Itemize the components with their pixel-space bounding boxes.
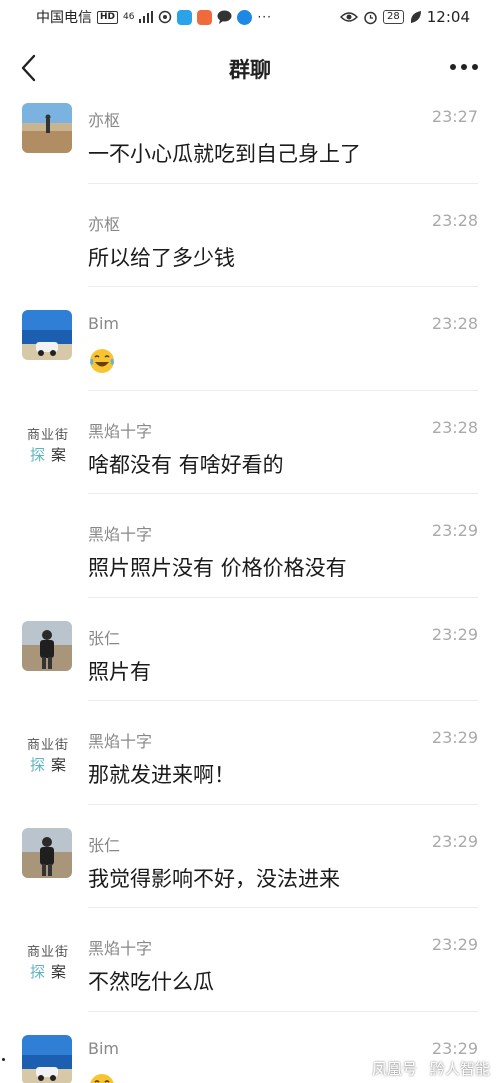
status-right: 28 12:04 [340, 8, 470, 26]
message-text: 所以给了多少钱 [88, 245, 235, 270]
person-photo-avatar [22, 620, 72, 671]
logo-char-teal: 探 [29, 963, 45, 981]
text-logo-avatar[interactable]: 商业街 探案 [20, 737, 76, 775]
sender-name: 亦枢 [88, 111, 121, 130]
watermark-divider [422, 1061, 424, 1076]
leaf-icon [410, 11, 421, 23]
logo-char-dark: 案 [51, 756, 67, 774]
message-list[interactable]: 亦枢 23:27 一不小心瓜就吃到自己身上了 亦枢 23:28 所以给了多少钱 … [0, 80, 500, 1083]
app-notification-icon [237, 9, 253, 25]
sender-name: 黑焰十字 [88, 939, 153, 958]
message-time: 23:27 [431, 107, 478, 126]
network-type: 46 [123, 11, 135, 22]
more-dot-icon [472, 64, 478, 70]
message-item[interactable]: 商业街 探案 黑焰十字 23:28 啥都没有 有啥好看的 [0, 391, 500, 495]
laughing-tears-emoji-icon [90, 349, 114, 373]
message-item[interactable]: 张仁 23:29 照片有 [0, 598, 500, 702]
lake-car-photo-avatar [22, 1034, 72, 1083]
alarm-icon [364, 11, 377, 24]
message-text: 一不小心瓜就吃到自己身上了 [88, 142, 361, 166]
message-time: 23:28 [431, 210, 478, 230]
message-item[interactable]: 亦枢 23:28 所以给了多少钱 [0, 184, 500, 288]
status-left: 中国电信 HD 46 ··· [36, 7, 272, 27]
edge-dot [2, 1058, 5, 1061]
message-text: 不然吃什么瓜 [88, 970, 214, 994]
message-text: 啥都没有 有啥好看的 [88, 452, 284, 477]
sender-name: 亦枢 [88, 214, 121, 234]
avatar[interactable] [22, 620, 72, 671]
message-text: 照片照片没有 价格价格没有 [88, 556, 347, 580]
message-emoji [88, 347, 116, 379]
sender-name: 黑焰十字 [88, 525, 153, 544]
message-time: 23:29 [431, 935, 478, 954]
sender-name: 黑焰十字 [88, 732, 153, 751]
wifi-call-icon [159, 10, 172, 24]
logo-line2: 探案 [20, 962, 76, 982]
logo-line1: 商业街 [26, 738, 69, 753]
logo-char-teal: 探 [29, 756, 45, 774]
avatar[interactable] [22, 310, 72, 360]
person-photo-avatar [22, 827, 72, 878]
message-item[interactable]: 亦枢 23:27 一不小心瓜就吃到自己身上了 [0, 80, 500, 184]
text-logo-avatar[interactable]: 商业街 探案 [20, 427, 76, 465]
battery-indicator: 28 [383, 10, 404, 24]
message-time: 23:29 [431, 1038, 478, 1058]
message-item[interactable]: 黑焰十字 23:29 照片照片没有 价格价格没有 [0, 494, 500, 598]
carrier-label: 中国电信 [36, 10, 92, 26]
message-item[interactable]: Bim 23:28 [0, 287, 500, 391]
logo-char-teal: 探 [29, 445, 45, 464]
sender-name: Bim [88, 1038, 120, 1058]
watermark: 凤凰号 黔人智能 [372, 1058, 490, 1079]
logo-char-dark: 案 [51, 445, 67, 464]
signal-icon [139, 11, 154, 23]
logo-char-dark: 案 [51, 963, 67, 981]
message-time: 23:29 [431, 728, 478, 747]
app-notification-icon [197, 9, 213, 25]
sender-name: 黑焰十字 [88, 421, 153, 441]
message-text: 照片有 [88, 659, 151, 684]
hd-badge: HD [97, 10, 119, 24]
laughing-tears-emoji-icon [90, 1073, 114, 1083]
desert-photo-avatar [22, 103, 72, 153]
message-time: 23:29 [431, 831, 478, 851]
logo-line1: 商业街 [26, 945, 69, 960]
sender-name: 张仁 [88, 628, 121, 648]
message-time: 23:28 [431, 417, 478, 437]
lake-car-photo-avatar [22, 310, 72, 360]
message-emoji [88, 1072, 116, 1083]
watermark-author: 黔人智能 [429, 1060, 490, 1078]
message-time: 23:28 [431, 314, 478, 333]
more-options-button[interactable] [450, 64, 478, 70]
status-bar: 中国电信 HD 46 ··· 28 12:04 [0, 0, 500, 34]
message-time: 23:29 [431, 624, 478, 644]
more-dot-icon [461, 64, 467, 70]
message-item[interactable]: 张仁 23:29 我觉得影响不好，没法进来 [0, 805, 500, 909]
message-item[interactable]: 商业街 探案 黑焰十字 23:29 不然吃什么瓜 [0, 908, 500, 1012]
message-text: 那就发进来啊！ [88, 763, 235, 787]
avatar[interactable] [22, 1034, 72, 1083]
app-notification-icon [177, 9, 193, 25]
message-item[interactable]: 商业街 探案 黑焰十字 23:29 那就发进来啊！ [0, 701, 500, 805]
message-time: 23:29 [431, 521, 478, 540]
clock: 12:04 [426, 8, 470, 26]
sender-name: Bim [88, 314, 120, 333]
more-dot-icon [450, 64, 456, 70]
more-notifications-icon: ··· [257, 10, 272, 24]
eye-icon [340, 12, 359, 22]
watermark-source: 凤凰号 [371, 1060, 417, 1078]
message-icon [217, 10, 232, 24]
logo-line2: 探案 [20, 755, 76, 775]
sender-name: 张仁 [88, 835, 121, 855]
avatar[interactable] [22, 827, 72, 878]
avatar[interactable] [22, 103, 72, 153]
logo-line1: 商业街 [26, 427, 69, 443]
logo-line2: 探案 [20, 445, 76, 465]
message-text: 我觉得影响不好，没法进来 [88, 866, 340, 891]
text-logo-avatar[interactable]: 商业街 探案 [20, 944, 76, 982]
